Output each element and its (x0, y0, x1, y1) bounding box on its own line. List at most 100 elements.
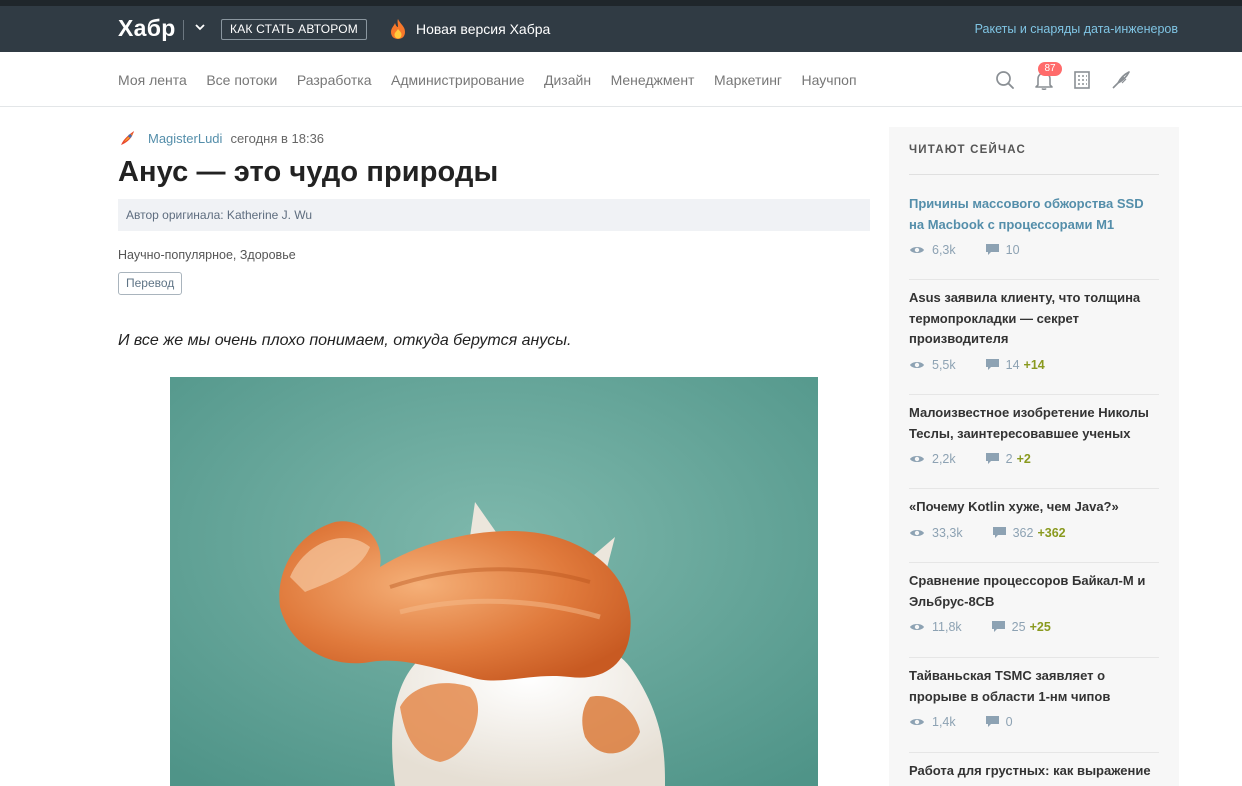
comment-icon (991, 621, 1005, 632)
comments-count: 0 (1005, 715, 1013, 729)
sidebar-post-meta: 33,3k 362 +362 (909, 526, 1159, 540)
sidebar-post-title[interactable]: Тайваньская TSMC заявляет о прорыве в об… (909, 666, 1159, 707)
nav-bar: Моя лента Все потоки Разработка Админист… (0, 52, 1242, 107)
post-hubs[interactable]: Научно-популярное, Здоровье (118, 248, 296, 262)
sidebar-post: Работа для грустных: как выражение (909, 761, 1159, 782)
top-bar: Хабр КАК СТАТЬ АВТОРОМ Новая версия Хабр… (0, 0, 1242, 52)
sidebar-divider (909, 488, 1159, 489)
nav-item-management[interactable]: Менеджмент (611, 72, 695, 88)
comment-icon (985, 244, 999, 255)
sidebar-post: «Почему Kotlin хуже, чем Java?» 33,3k 36… (909, 497, 1159, 540)
eye-icon (910, 529, 924, 536)
search-icon[interactable] (994, 69, 1016, 91)
nav-items: Моя лента Все потоки Разработка Админист… (118, 72, 876, 88)
nav-item-my-feed[interactable]: Моя лента (118, 72, 187, 88)
sidebar-post-title[interactable]: «Почему Kotlin хуже, чем Java?» (909, 497, 1159, 518)
eye-icon (910, 624, 924, 630)
sidebar-post-title[interactable]: Сравнение процессоров Байкал-М и Эльбрус… (909, 571, 1159, 612)
sidebar-post-title[interactable]: Малоизвестное изобретение Николы Теслы, … (909, 403, 1159, 444)
notifications-badge: 87 (1038, 62, 1062, 76)
comments-counter[interactable]: 362 +362 (992, 525, 1066, 540)
write-post-icon[interactable] (1110, 69, 1132, 91)
new-comments-count: +25 (1029, 620, 1051, 634)
sidebar-post-title[interactable]: Asus заявила клиенту, что толщина термоп… (909, 288, 1159, 350)
logo-divider (183, 20, 184, 40)
comments-counter[interactable]: 10 (985, 243, 1024, 257)
comments-counter[interactable]: 2 +2 (985, 452, 1031, 466)
views-counter: 6,3k (909, 243, 956, 257)
comments-counter[interactable]: 14 +14 (985, 357, 1045, 372)
comment-icon (992, 526, 1006, 538)
views-counter: 33,3k (909, 526, 963, 540)
views-count: 1,4k (932, 715, 956, 729)
views-count: 33,3k (932, 525, 963, 540)
sidebar-divider (909, 174, 1159, 175)
sidebar-post-meta: 5,5k 14 +14 (909, 358, 1159, 372)
new-comments-count: +362 (1037, 525, 1066, 540)
author-name[interactable]: MagisterLudi (148, 131, 222, 146)
sidebar-post: Малоизвестное изобретение Николы Теслы, … (909, 403, 1159, 466)
comment-icon (985, 453, 999, 464)
sidebar-post: Сравнение процессоров Байкал-М и Эльбрус… (909, 571, 1159, 634)
new-version-link[interactable]: Новая версия Хабра (416, 21, 550, 37)
sidebar-divider (909, 657, 1159, 658)
comments-count: 10 (1005, 243, 1020, 257)
habr-logo[interactable]: Хабр (118, 15, 176, 42)
companies-icon[interactable] (1071, 69, 1093, 91)
sidebar-post: Asus заявила клиенту, что толщина термоп… (909, 288, 1159, 372)
reading-now-sidebar: ЧИТАЮТ СЕЙЧАС Причины массового обжорств… (889, 127, 1179, 786)
views-count: 11,8k (932, 620, 962, 634)
translation-tag[interactable]: Перевод (118, 272, 183, 295)
become-author-button[interactable]: КАК СТАТЬ АВТОРОМ (221, 19, 367, 40)
new-comments-count: +14 (1023, 357, 1045, 372)
eye-icon (910, 719, 924, 725)
sidebar-post-title[interactable]: Работа для грустных: как выражение (909, 761, 1159, 782)
views-counter: 11,8k (909, 620, 962, 634)
views-count: 6,3k (932, 243, 956, 257)
post-title[interactable]: Анус — это чудо природы (118, 156, 498, 189)
comments-count: 362 (1012, 525, 1034, 540)
sidebar-post-meta: 6,3k 10 (909, 243, 1159, 257)
author-row: MagisterLudi сегодня в 18:36 (118, 128, 324, 148)
nav-item-development[interactable]: Разработка (297, 72, 372, 88)
sidebar-post-meta: 1,4k 0 (909, 715, 1159, 729)
views-count: 2,2k (932, 452, 956, 466)
comments-counter[interactable]: 0 (985, 715, 1017, 729)
sidebar-divider (909, 394, 1159, 395)
original-author-box: Автор оригинала: Katherine J. Wu (118, 199, 870, 231)
nav-item-marketing[interactable]: Маркетинг (714, 72, 782, 88)
new-comments-count: +2 (1016, 452, 1031, 466)
eye-icon (910, 247, 924, 253)
original-author[interactable]: Автор оригинала: Katherine J. Wu (126, 208, 312, 222)
nav-item-popsci[interactable]: Научпоп (802, 72, 857, 88)
avatar[interactable] (118, 128, 138, 148)
post-lead: И все же мы очень плохо понимаем, откуда… (118, 332, 572, 349)
fire-icon (391, 19, 405, 39)
sidebar-post: Тайваньская TSMC заявляет о прорыве в об… (909, 666, 1159, 729)
nav-item-all-streams[interactable]: Все потоки (206, 72, 277, 88)
views-counter: 2,2k (909, 452, 956, 466)
views-counter: 1,4k (909, 715, 956, 729)
eye-icon (910, 361, 924, 368)
comments-counter[interactable]: 25 +25 (991, 620, 1051, 634)
views-counter: 5,5k (909, 358, 956, 372)
comment-icon (985, 716, 999, 727)
sidebar-post-title[interactable]: Причины массового обжорства SSD на Macbo… (909, 194, 1159, 235)
chevron-down-icon[interactable] (193, 20, 207, 34)
nav-item-administration[interactable]: Администрирование (391, 72, 525, 88)
comments-count: 14 (1005, 357, 1020, 372)
views-count: 5,5k (932, 357, 956, 372)
promo-link[interactable]: Ракеты и снаряды дата-инженеров (975, 22, 1178, 36)
nav-item-design[interactable]: Дизайн (544, 72, 591, 88)
sidebar-divider (909, 562, 1159, 563)
eye-icon (910, 456, 924, 462)
sidebar-post-meta: 11,8k 25 +25 (909, 620, 1159, 634)
comment-icon (985, 358, 999, 370)
comments-count: 25 (1011, 620, 1026, 634)
post-time: сегодня в 18:36 (230, 130, 325, 146)
sidebar-post-meta: 2,2k 2 +2 (909, 452, 1159, 466)
sidebar-divider (909, 279, 1159, 280)
sidebar-post: Причины массового обжорства SSD на Macbo… (909, 194, 1159, 257)
post-image (170, 377, 818, 786)
comments-count: 2 (1005, 452, 1013, 466)
